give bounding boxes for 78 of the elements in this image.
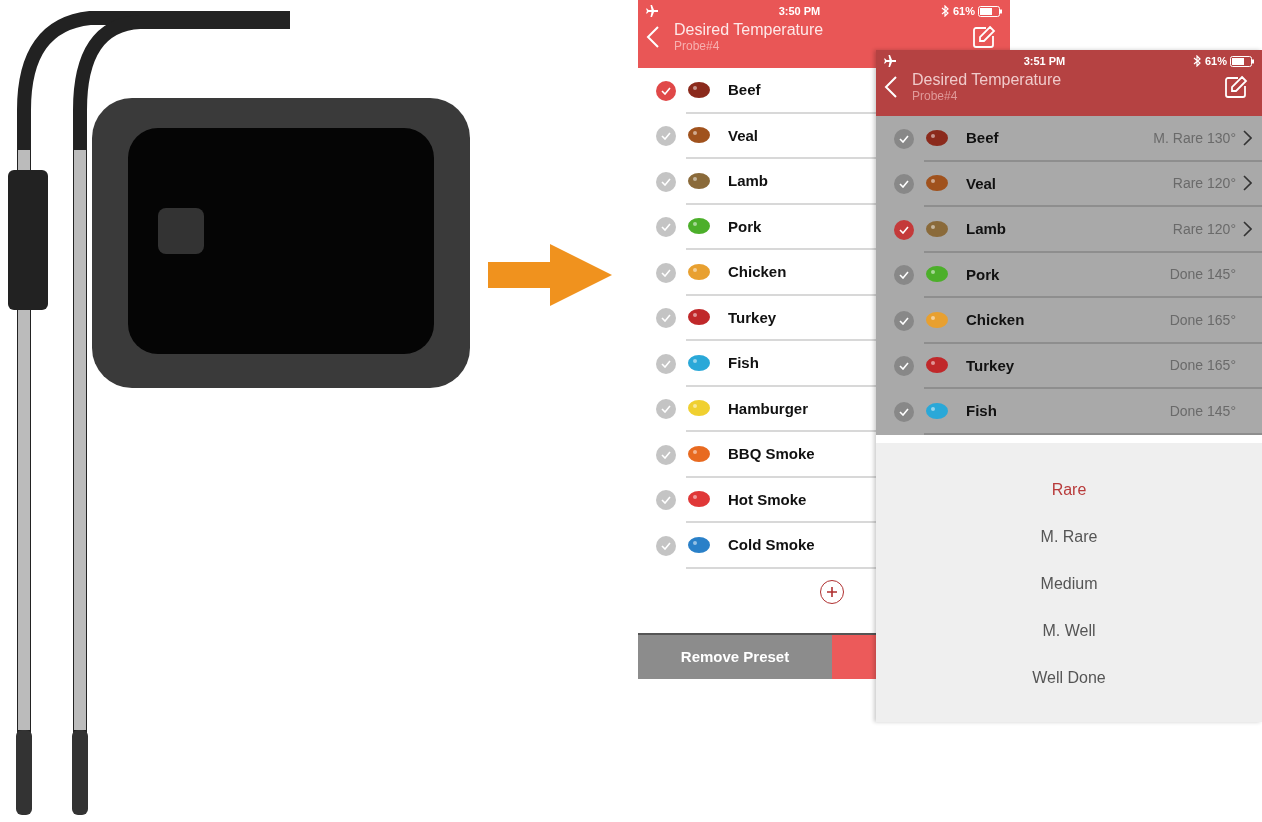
preset-name: Hot Smoke	[728, 490, 807, 508]
check-icon	[899, 225, 909, 234]
check-icon	[899, 134, 909, 143]
selection-circle[interactable]	[894, 265, 914, 286]
screen-title: Desired Temperature	[674, 21, 825, 39]
preset-value: Rare 120°	[1172, 175, 1236, 192]
airplane-icon	[646, 5, 658, 17]
check-icon	[661, 314, 671, 323]
add-button[interactable]	[820, 579, 844, 604]
check-icon	[899, 180, 909, 189]
preset-name: Chicken	[966, 311, 1025, 329]
preset-value: M. Rare 130°	[1153, 129, 1236, 146]
preset-name: Turkey	[966, 356, 1015, 374]
check-icon	[661, 132, 671, 141]
preset-value: Rare 120°	[1172, 220, 1236, 237]
preset-name: Pork	[966, 265, 1000, 283]
action-button[interactable]	[832, 632, 876, 679]
screen-title: Desired Temperature	[912, 71, 1063, 89]
preset-name: Beef	[728, 81, 761, 99]
battery-icon	[978, 5, 1002, 17]
check-icon	[661, 268, 671, 277]
bluetooth-icon	[1192, 55, 1201, 67]
preset-name: Fish	[966, 402, 997, 420]
status-time: 3:51 PM	[1022, 55, 1067, 67]
status-time: 3:50 PM	[777, 5, 822, 17]
check-icon	[661, 86, 671, 95]
preset-name: Cold Smoke	[728, 536, 815, 554]
battery-percent: 61%	[952, 5, 975, 17]
selection-circle[interactable]	[894, 310, 914, 331]
preset-name: Veal	[966, 174, 997, 192]
battery-percent: 61%	[1204, 55, 1227, 67]
back-button[interactable]	[646, 25, 660, 49]
preset-name: Lamb	[966, 220, 1006, 238]
screen-subtitle: Probe#4	[912, 89, 959, 103]
check-icon	[899, 316, 909, 325]
check-icon	[899, 407, 909, 416]
picker-option[interactable]: M. Well	[1036, 607, 1102, 655]
preset-value: Done 145°	[1169, 266, 1236, 283]
selection-circle[interactable]	[656, 80, 676, 101]
check-icon	[661, 541, 671, 550]
preset-name: Beef	[966, 129, 999, 147]
preset-name: Turkey	[728, 308, 777, 326]
edit-button[interactable]	[972, 25, 996, 49]
preset-value: Done 165°	[1169, 311, 1236, 328]
preset-name: BBQ Smoke	[728, 445, 815, 463]
selection-circle[interactable]	[894, 174, 914, 195]
preset-name: Pork	[728, 217, 762, 235]
preset-name: Veal	[728, 126, 759, 144]
preset-value: Done 145°	[1169, 402, 1236, 419]
check-icon	[661, 450, 671, 459]
edit-button[interactable]	[1224, 75, 1248, 99]
selection-circle[interactable]	[894, 128, 914, 149]
preset-name: Fish	[728, 354, 759, 372]
picker-option[interactable]: Rare	[1045, 466, 1093, 514]
check-icon	[661, 359, 671, 368]
bluetooth-icon	[940, 5, 949, 17]
battery-icon	[1230, 55, 1254, 67]
selection-circle[interactable]	[894, 356, 914, 377]
picker-option[interactable]: M. Rare	[1034, 513, 1104, 561]
preset-value: Done 165°	[1169, 357, 1236, 374]
screen-subtitle: Probe#4	[674, 39, 721, 53]
preset-name: Chicken	[728, 263, 787, 281]
airplane-icon	[884, 55, 896, 67]
check-icon	[661, 496, 671, 505]
check-icon	[899, 271, 909, 280]
picker-option[interactable]: Medium	[1034, 560, 1104, 608]
check-icon	[661, 177, 671, 186]
check-icon	[899, 362, 909, 371]
picker-option[interactable]: Well Done	[1026, 654, 1112, 702]
check-icon	[661, 405, 671, 414]
check-icon	[661, 223, 671, 232]
selection-circle[interactable]	[894, 401, 914, 422]
preset-name: Hamburger	[728, 399, 809, 417]
back-button[interactable]	[884, 75, 898, 99]
arrow-icon	[488, 244, 612, 306]
plus-icon	[826, 585, 838, 598]
preset-name: Lamb	[728, 172, 768, 190]
selection-circle[interactable]	[894, 219, 914, 240]
